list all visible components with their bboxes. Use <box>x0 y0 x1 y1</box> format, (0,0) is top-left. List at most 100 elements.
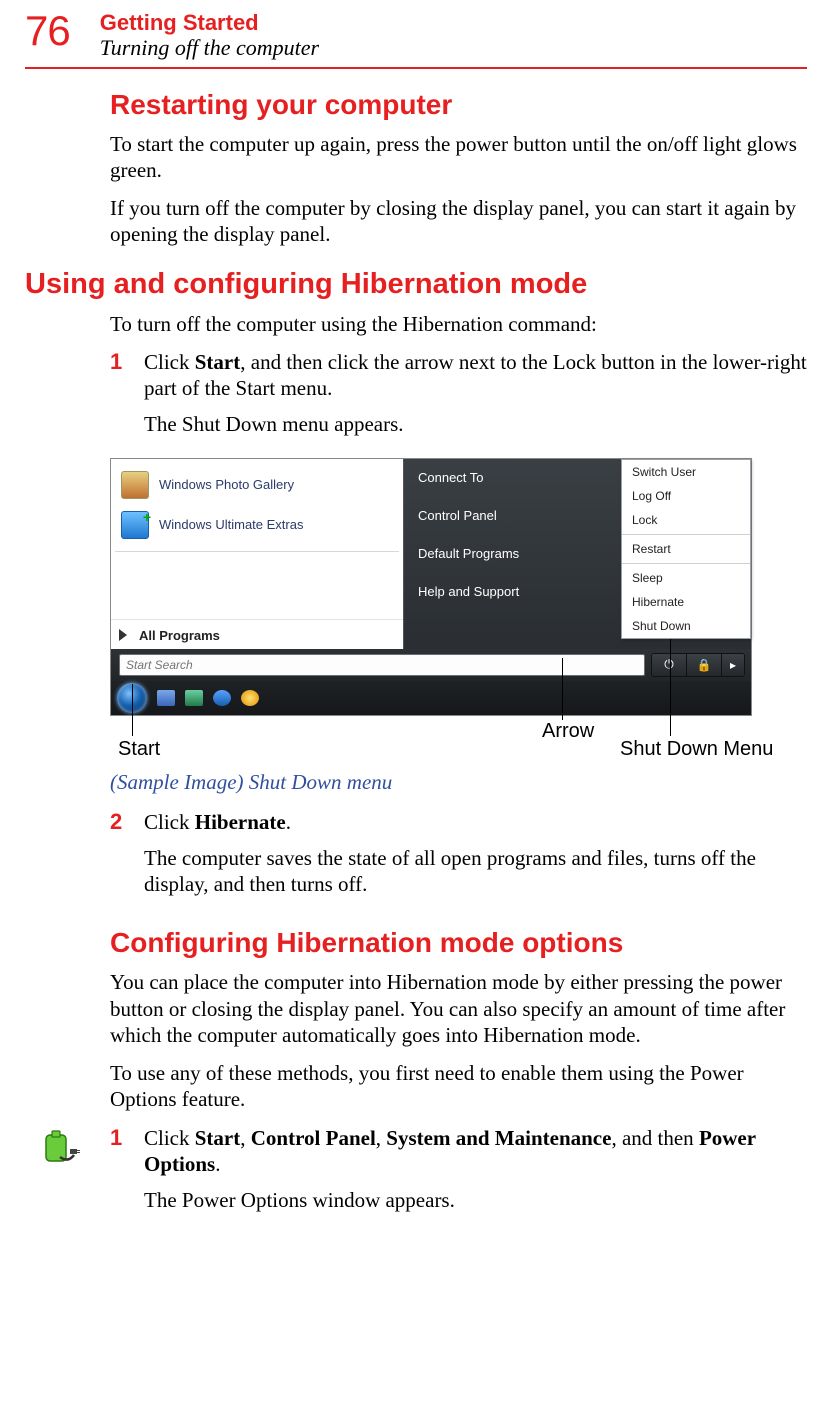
step-body: Click Start, Control Panel, System and M… <box>144 1125 807 1224</box>
start-menu-left-pane: Windows Photo Gallery Windows Ultimate E… <box>111 459 403 649</box>
start-menu-bottom-row: ⏻ 🔒 ▸ <box>111 649 751 681</box>
label: Lock <box>632 513 657 527</box>
label: Sleep <box>632 571 663 585</box>
step-body: Click Start, and then click the arrow ne… <box>144 349 807 448</box>
power-options-icon <box>40 1127 80 1167</box>
lock-button[interactable]: 🔒 <box>686 654 721 676</box>
t: , <box>240 1126 251 1150</box>
t: , and then click the arrow next to the L… <box>144 350 807 400</box>
step-number: 2 <box>110 809 144 908</box>
step-1: 1 Click Start, and then click the arrow … <box>110 349 807 448</box>
battery-plug-icon <box>40 1127 80 1167</box>
power-lock-buttons: ⏻ 🔒 ▸ <box>651 653 745 677</box>
callout-line-menu <box>670 634 671 736</box>
label: Log Off <box>632 489 671 503</box>
chapter-title: Getting Started <box>100 10 319 35</box>
heading-restarting: Restarting your computer <box>110 89 807 121</box>
page-number: 76 <box>25 10 70 52</box>
section-hibernation-body: To turn off the computer using the Hiber… <box>110 311 807 1224</box>
para: If you turn off the computer by closing … <box>110 195 807 248</box>
menu-item-switch-user[interactable]: Switch User <box>622 460 750 484</box>
photo-gallery-icon <box>121 471 149 499</box>
para: You can place the computer into Hibernat… <box>110 969 807 1048</box>
callout-line-arrow <box>562 658 563 720</box>
t: , <box>376 1126 387 1150</box>
callout-line-start <box>132 684 133 736</box>
section-hibernation: Using and configuring Hibernation mode <box>25 268 807 301</box>
label: Help and Support <box>418 584 519 599</box>
start-menu-screenshot: Windows Photo Gallery Windows Ultimate E… <box>110 458 752 716</box>
para: To use any of these methods, you first n… <box>110 1060 807 1113</box>
start-search[interactable] <box>119 654 645 676</box>
shut-down-menu: Switch User Log Off Lock Restart Sleep H… <box>621 459 751 639</box>
taskbar-icon[interactable] <box>241 690 259 706</box>
step-text: The Shut Down menu appears. <box>144 411 807 437</box>
menu-item-lock[interactable]: Lock <box>622 508 750 532</box>
step-number: 1 <box>110 349 144 448</box>
section-restarting: Restarting your computer To start the co… <box>110 89 807 248</box>
page-header: 76 Getting Started Turning off the compu… <box>25 10 807 69</box>
para: To start the computer up again, press th… <box>110 131 807 184</box>
program-label: Windows Ultimate Extras <box>159 517 303 532</box>
image-caption: (Sample Image) Shut Down menu <box>110 770 807 795</box>
t: , and then <box>611 1126 698 1150</box>
search-input[interactable] <box>119 654 645 676</box>
step-1b: 1 Click Start, Control Panel, System and… <box>110 1125 807 1224</box>
separator <box>115 551 399 552</box>
step-2: 2 Click Hibernate. The computer saves th… <box>110 809 807 908</box>
t: Click <box>144 350 195 374</box>
taskbar-icon[interactable] <box>213 690 231 706</box>
menu-item-sleep[interactable]: Sleep <box>622 566 750 590</box>
callouts: Start Arrow Shut Down Menu <box>110 716 750 764</box>
arrow-icon: ▸ <box>730 658 736 672</box>
t: . <box>286 810 291 834</box>
callout-label-arrow: Arrow <box>542 720 594 743</box>
all-programs-label: All Programs <box>139 628 220 643</box>
step-with-icon: 1 Click Start, Control Panel, System and… <box>110 1125 807 1224</box>
menu-item-shut-down[interactable]: Shut Down <box>622 614 750 638</box>
step-text: The Power Options window appears. <box>144 1187 807 1213</box>
menu-item-hibernate[interactable]: Hibernate <box>622 590 750 614</box>
bold: Start <box>195 350 241 374</box>
step-text: The computer saves the state of all open… <box>144 845 807 898</box>
heading-configuring: Configuring Hibernation mode options <box>110 927 807 959</box>
taskbar <box>111 681 751 715</box>
start-menu-top: Windows Photo Gallery Windows Ultimate E… <box>111 459 751 649</box>
header-titles: Getting Started Turning off the computer <box>100 10 319 61</box>
heading-hibernation: Using and configuring Hibernation mode <box>25 268 807 301</box>
bold: Control Panel <box>251 1126 376 1150</box>
t: Click <box>144 810 195 834</box>
all-programs-button[interactable]: All Programs <box>111 619 403 649</box>
separator <box>622 534 750 535</box>
label: Restart <box>632 542 671 556</box>
menu-item-restart[interactable]: Restart <box>622 537 750 561</box>
label: Hibernate <box>632 595 684 609</box>
taskbar-icon[interactable] <box>157 690 175 706</box>
bold: Start <box>195 1126 241 1150</box>
program-item[interactable]: Windows Ultimate Extras <box>115 505 399 545</box>
label: Shut Down <box>632 619 691 633</box>
callout-label-start: Start <box>118 738 160 761</box>
label: Switch User <box>632 465 696 479</box>
step-number: 1 <box>110 1125 144 1224</box>
step-text: Click Start, Control Panel, System and M… <box>144 1125 807 1178</box>
step-text: Click Hibernate. <box>144 809 807 835</box>
menu-item-log-off[interactable]: Log Off <box>622 484 750 508</box>
label: Control Panel <box>418 508 497 523</box>
program-label: Windows Photo Gallery <box>159 477 294 492</box>
program-item[interactable]: Windows Photo Gallery <box>115 465 399 505</box>
step-text: Click Start, and then click the arrow ne… <box>144 349 807 402</box>
document-page: 76 Getting Started Turning off the compu… <box>0 0 837 1257</box>
power-icon: ⏻ <box>664 657 674 672</box>
sample-image-wrap: Windows Photo Gallery Windows Ultimate E… <box>110 458 807 764</box>
bold: System and Maintenance <box>386 1126 611 1150</box>
arrow-button[interactable]: ▸ <box>721 654 744 676</box>
para: To turn off the computer using the Hiber… <box>110 311 807 337</box>
taskbar-icon[interactable] <box>185 690 203 706</box>
power-button[interactable]: ⏻ <box>652 654 686 676</box>
triangle-right-icon <box>119 629 127 641</box>
ultimate-extras-icon <box>121 511 149 539</box>
t: . <box>215 1152 220 1176</box>
lock-icon: 🔒 <box>697 658 712 672</box>
chapter-subtitle: Turning off the computer <box>100 35 319 60</box>
